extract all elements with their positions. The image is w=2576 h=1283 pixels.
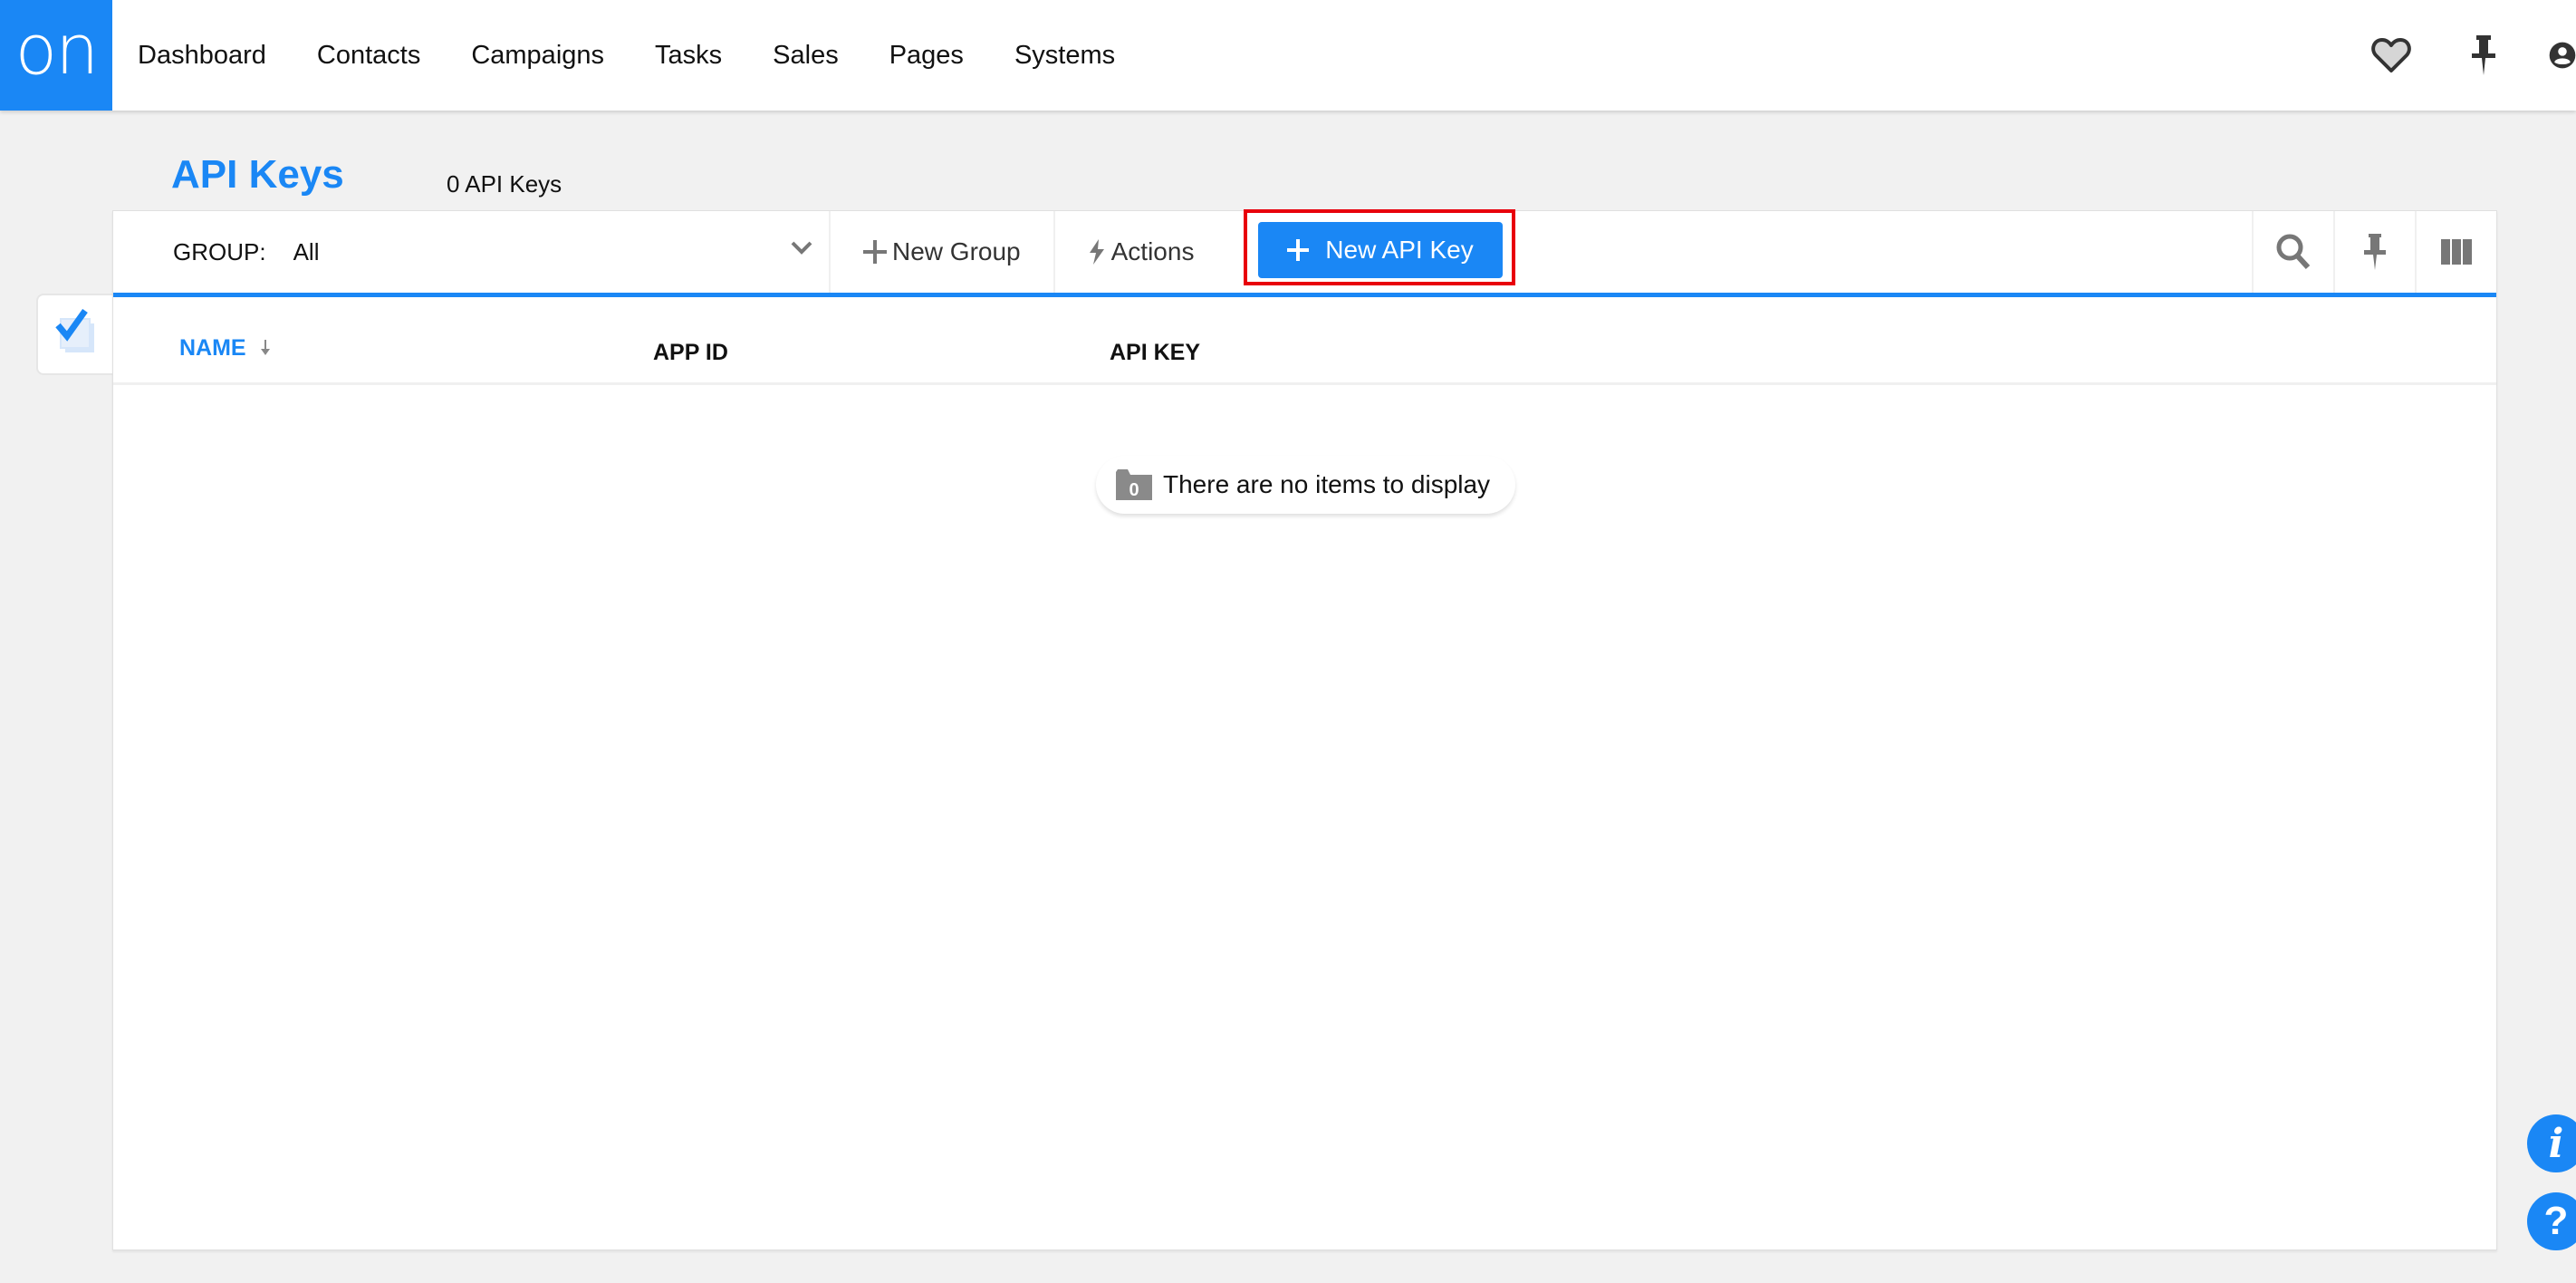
actions-button[interactable]: Actions: [1055, 211, 1227, 293]
columns-icon: [2441, 239, 2472, 265]
pin-icon: [2364, 234, 2386, 270]
nav-item-contacts[interactable]: Contacts: [317, 41, 420, 71]
chevron-down-icon: [791, 240, 812, 259]
api-keys-panel: GROUP: All New Group Actions New API Key: [112, 209, 2497, 1250]
column-label: NAME: [179, 335, 246, 361]
nav-item-campaigns[interactable]: Campaigns: [471, 41, 604, 71]
main-nav: Dashboard Contacts Campaigns Tasks Sales…: [138, 0, 1166, 111]
group-select[interactable]: GROUP: All: [113, 211, 831, 293]
user-icon[interactable]: [2549, 28, 2576, 82]
top-icons: [2326, 0, 2576, 111]
item-count: 0 API Keys: [447, 170, 562, 198]
page-title: API Keys: [171, 152, 344, 197]
nav-item-sales[interactable]: Sales: [773, 41, 839, 71]
new-group-label: New Group: [892, 237, 1021, 265]
toolbar-right-icons: [2252, 211, 2496, 293]
table-header: NAME APP ID API KEY: [113, 297, 2496, 385]
sort-down-icon: [260, 336, 271, 362]
app-logo[interactable]: on: [0, 0, 112, 111]
column-header-app-id[interactable]: APP ID: [653, 340, 728, 366]
plus-icon: [1287, 239, 1310, 261]
empty-message: There are no items to display: [1163, 470, 1491, 498]
checkbox-stack-icon: [53, 308, 100, 361]
bulk-select-toggle[interactable]: [36, 294, 114, 375]
new-group-button[interactable]: New Group: [831, 211, 1055, 293]
search-icon: [2276, 234, 2311, 270]
info-icon: i: [2548, 1120, 2564, 1167]
info-button[interactable]: i: [2527, 1114, 2576, 1172]
nav-item-pages[interactable]: Pages: [889, 41, 964, 71]
pin-icon[interactable]: [2456, 28, 2511, 82]
pin-button[interactable]: [2333, 211, 2415, 293]
empty-state: 0 There are no items to display: [1096, 456, 1516, 514]
column-header-api-key[interactable]: API KEY: [1110, 340, 1200, 366]
column-header-name[interactable]: NAME: [179, 335, 271, 362]
help-button[interactable]: ?: [2527, 1192, 2576, 1250]
actions-label: Actions: [1110, 237, 1195, 265]
new-api-key-button[interactable]: New API Key: [1258, 222, 1503, 278]
group-value: All: [293, 237, 320, 265]
columns-button[interactable]: [2415, 211, 2496, 293]
svg-text:0: 0: [1129, 480, 1139, 500]
group-label: GROUP:: [173, 237, 266, 265]
empty-folder-icon: 0: [1116, 469, 1152, 500]
help-icon: ?: [2543, 1199, 2569, 1243]
top-navbar: on Dashboard Contacts Campaigns Tasks Sa…: [0, 0, 2576, 111]
nav-item-systems[interactable]: Systems: [1014, 41, 1115, 71]
nav-item-tasks[interactable]: Tasks: [655, 41, 722, 71]
plus-icon: [863, 240, 887, 264]
bolt-icon: [1089, 239, 1104, 265]
new-api-key-label: New API Key: [1325, 236, 1474, 264]
collection-toolbar: GROUP: All New Group Actions New API Key: [113, 209, 2496, 297]
nav-item-dashboard[interactable]: Dashboard: [138, 41, 266, 71]
heart-icon[interactable]: [2364, 28, 2418, 82]
search-button[interactable]: [2252, 211, 2333, 293]
